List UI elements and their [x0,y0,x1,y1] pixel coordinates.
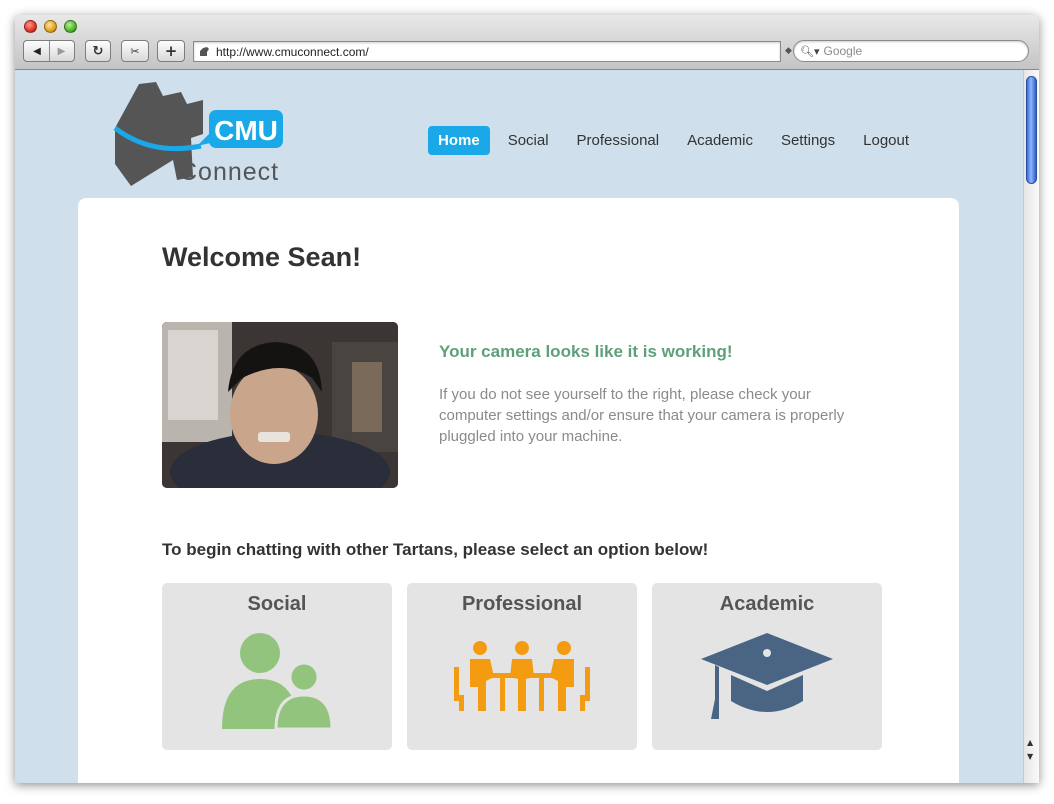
reload-icon: ↻ [92,43,104,59]
main-nav: Home Social Professional Academic Settin… [428,126,927,155]
nav-professional[interactable]: Professional [567,126,670,155]
camera-help-text: If you do not see yourself to the right,… [439,386,845,445]
nav-social[interactable]: Social [498,126,559,155]
zoom-window-button[interactable] [64,20,77,33]
camera-status-title: Your camera looks like it is working! [439,342,733,361]
site-favicon-icon [200,46,209,56]
forward-icon[interactable]: ▶ [49,41,73,61]
academic-option-label: Academic [719,593,815,615]
address-bar[interactable] [193,41,781,62]
social-option[interactable]: Social [162,583,392,750]
page-title: Welcome Sean! [162,242,362,272]
logo-connect-text: Connect [179,158,279,186]
vertical-scrollbar[interactable]: ▲ ▼ [1023,70,1039,783]
search-field[interactable]: 🔍︎▾ [793,40,1029,62]
scroll-down-icon[interactable]: ▼ [1027,752,1033,761]
cmu-connect-logo: CMU Connect [113,82,283,186]
url-input[interactable] [216,44,780,59]
page-content: CMU Connect Home Social Professional Aca… [15,70,1023,783]
browser-toolbar: ◀ ▶ ↻ ✂ + ◆ 🔍︎▾ [15,15,1039,70]
search-icon: 🔍︎▾ [800,44,820,58]
nav-home[interactable]: Home [428,126,490,155]
back-icon[interactable]: ◀ [25,41,49,61]
chat-prompt: To begin chatting with other Tartans, pl… [162,540,709,559]
nav-logout[interactable]: Logout [853,126,919,155]
webcam-video-icon [162,322,398,488]
academic-option[interactable]: Academic [652,583,882,750]
reload-button[interactable]: ↻ [85,40,111,62]
webcam-preview [162,322,398,488]
nav-academic[interactable]: Academic [677,126,763,155]
close-window-button[interactable] [24,20,37,33]
search-input[interactable] [823,44,1028,58]
url-dropdown-icon[interactable]: ◆ [785,46,792,56]
graduation-cap-icon [701,633,833,719]
add-bookmark-button[interactable]: + [157,40,185,62]
scrollbar-thumb[interactable] [1026,76,1037,184]
back-forward-buttons: ◀ ▶ [23,40,75,62]
plus-icon: + [164,42,178,60]
professional-option-label: Professional [461,593,583,615]
snapback-button[interactable]: ✂ [121,40,149,62]
browser-window: ◀ ▶ ↻ ✂ + ◆ 🔍︎▾ CMU [15,15,1039,783]
nav-settings[interactable]: Settings [771,126,845,155]
meeting-icon [454,641,590,711]
people-icon [222,633,334,731]
scissors-icon: ✂ [130,44,140,58]
minimize-window-button[interactable] [44,20,57,33]
main-card: Welcome Sean! Your camera looks like it … [78,198,959,783]
logo-cmu-text: CMU [214,115,278,146]
social-option-label: Social [247,593,307,615]
scroll-up-icon[interactable]: ▲ [1027,738,1033,747]
professional-option[interactable]: Professional [407,583,637,750]
